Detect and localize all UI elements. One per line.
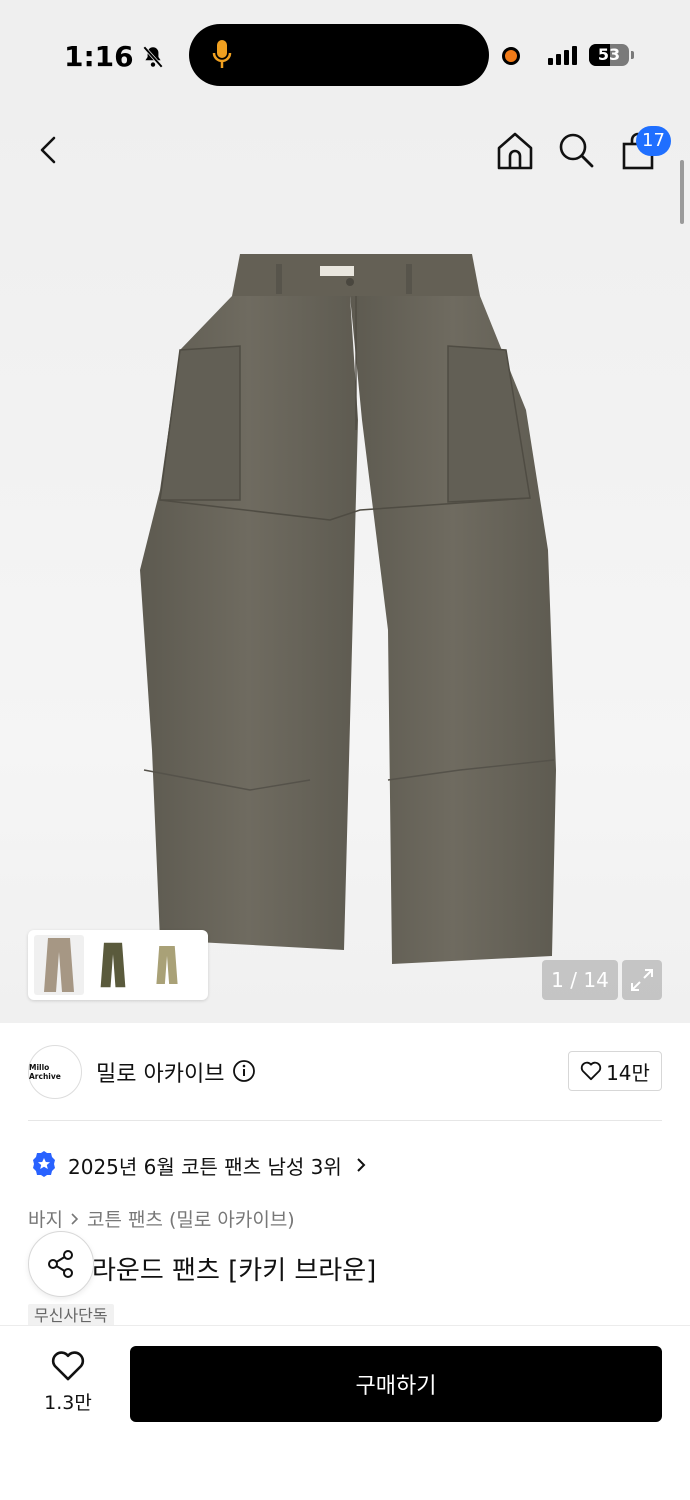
chevron-right-icon	[357, 1158, 366, 1172]
share-icon	[48, 1250, 73, 1278]
color-thumbnail-strip[interactable]	[28, 930, 208, 1000]
thumb-olive[interactable]	[88, 935, 138, 995]
brand-like-count: 14만	[606, 1060, 650, 1085]
signal-icon	[548, 45, 577, 65]
divider	[28, 1120, 662, 1121]
status-time: 1:16	[64, 40, 166, 73]
bell-off-icon	[142, 45, 163, 68]
image-page-counter: 1 / 14	[542, 960, 618, 1000]
chevron-right-icon	[71, 1212, 79, 1225]
battery-icon: 53	[589, 44, 629, 66]
bottom-action-bar: 1.3만 구매하기	[0, 1325, 690, 1500]
breadcrumb-level1[interactable]: 바지	[28, 1205, 63, 1232]
status-bar: 1:16 53	[0, 0, 690, 110]
cart-count-badge: 17	[636, 126, 671, 156]
brand-like-button[interactable]: 14만	[568, 1051, 662, 1091]
brand-logo[interactable]: Millo Archive	[28, 1045, 82, 1099]
ranking-text: 2025년 6월 코튼 팬츠 남성 3위	[68, 1154, 342, 1179]
product-title: 라운드 팬츠 [카키 브라운]	[92, 1256, 377, 1286]
ranking-badge-icon	[33, 1151, 55, 1177]
time-text: 1:16	[64, 40, 134, 73]
breadcrumb-level2[interactable]: 코튼 팬츠 (밀로 아카이브)	[87, 1205, 295, 1232]
battery-tip	[631, 51, 634, 59]
brand-name[interactable]: 밀로 아카이브	[96, 1056, 224, 1088]
product-like-count: 1.3만	[44, 1392, 92, 1414]
buy-button[interactable]: 구매하기	[130, 1346, 662, 1422]
heart-icon	[51, 1351, 85, 1381]
mic-icon	[212, 40, 232, 68]
info-icon[interactable]	[232, 1059, 256, 1083]
product-image	[140, 254, 556, 964]
product-gallery[interactable]: 17 1 / 14	[0, 110, 690, 1023]
expand-icon	[631, 969, 653, 991]
home-icon[interactable]	[494, 130, 536, 172]
brand-row: Millo Archive 밀로 아카이브 14만	[0, 1023, 690, 1121]
search-icon[interactable]	[556, 130, 596, 170]
breadcrumb: 바지 코튼 팬츠 (밀로 아카이브)	[28, 1205, 295, 1232]
expand-button[interactable]	[622, 960, 662, 1000]
dynamic-island	[189, 24, 489, 86]
thumb-beige[interactable]	[34, 935, 84, 995]
scroll-indicator	[680, 160, 684, 224]
battery-level: 53	[597, 45, 621, 64]
ranking-link[interactable]: 2025년 6월 코튼 팬츠 남성 3위	[30, 1150, 368, 1180]
share-button[interactable]	[28, 1231, 94, 1297]
brand-logo-text: Millo Archive	[29, 1063, 61, 1081]
product-like-button[interactable]: 1.3만	[36, 1350, 100, 1415]
heart-icon	[580, 1061, 602, 1081]
recording-indicator	[502, 47, 520, 65]
thumb-khaki[interactable]	[142, 935, 192, 995]
back-icon[interactable]	[30, 130, 70, 170]
